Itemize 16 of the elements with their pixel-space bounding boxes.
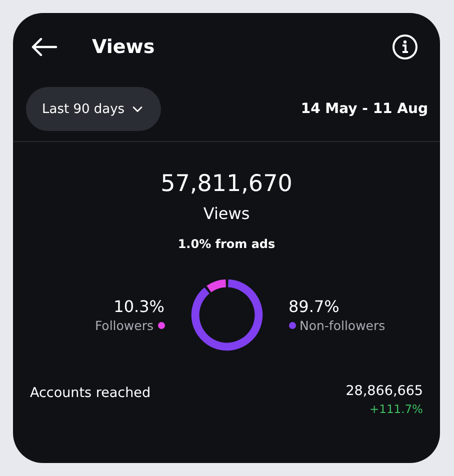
followers-percent: 10.3% <box>114 297 164 316</box>
date-range-dropdown[interactable]: Last 90 days <box>26 87 161 131</box>
date-range: 14 May - 11 Aug <box>300 101 428 117</box>
total-views: 57,811,670 <box>160 170 292 198</box>
ads-note: 1.0% from ads <box>178 237 276 251</box>
page-title: Views <box>92 36 156 58</box>
change-percent: +111.7% <box>370 402 423 416</box>
views-label: Views <box>203 204 250 223</box>
legend-label: Followers <box>94 318 154 333</box>
non-followers-percent: 89.7% <box>288 297 340 316</box>
accounts-reached-value: 28,866,665 <box>346 383 423 399</box>
back-arrow-icon[interactable] <box>31 38 57 56</box>
chevron-down-icon <box>132 106 143 112</box>
info-icon[interactable] <box>392 34 418 60</box>
accounts-reached-label: Accounts reached <box>30 385 151 403</box>
legend-label: Non-followers <box>300 318 386 333</box>
